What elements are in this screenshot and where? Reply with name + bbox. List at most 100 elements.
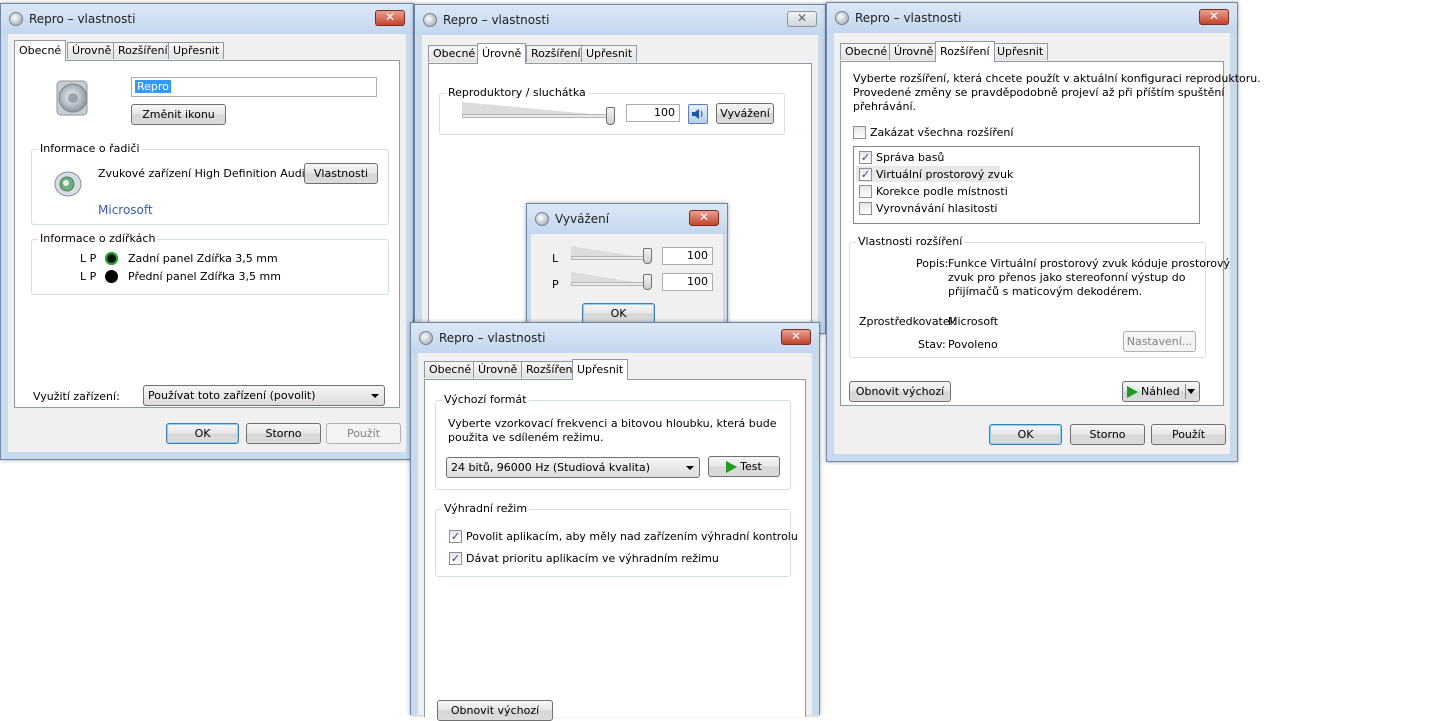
exclusive-mode-title: Výhradní režim (442, 502, 530, 515)
tab-advanced[interactable]: Upřesnit (572, 359, 629, 380)
volume-slider-track[interactable] (462, 114, 614, 118)
tab-enhancements[interactable]: Rozšíření (526, 45, 586, 62)
jack-front-label: Přední panel Zdířka 3,5 mm (128, 270, 281, 283)
right-slider-thumb[interactable] (643, 274, 652, 290)
disable-all-label[interactable]: Zakázat všechna rozšíření (870, 126, 1013, 139)
window-title: Repro – vlastnosti (443, 13, 550, 27)
tab-advanced[interactable]: Upřesnit (168, 42, 225, 59)
exclusive-priority-label[interactable]: Dávat prioritu aplikacím ve výhradním re… (466, 552, 719, 565)
tab-general[interactable]: Obecné (840, 43, 893, 60)
default-format-title: Výchozí formát (442, 393, 529, 406)
enhancements-intro-line-1: Vyberte rozšíření, která chcete použít v… (853, 72, 1261, 85)
volume-slider-thumb[interactable] (606, 107, 615, 125)
title-bar[interactable]: Repro – vlastnosti ✕ (827, 3, 1237, 33)
checkmark-icon: ✓ (450, 530, 461, 543)
enhancement-properties-group: Vlastnosti rozšíření Popis: Funkce Virtu… (849, 235, 1230, 358)
jack-rear-lp: L P (80, 252, 97, 265)
apply-button[interactable]: Použít (326, 423, 401, 444)
state-value: Povoleno (948, 338, 998, 351)
description-line-1: Funkce Virtuální prostorový zvuk kóduje … (948, 257, 1231, 270)
default-format-select[interactable]: 24 bitů, 96000 Hz (Studiová kvalita) (446, 457, 700, 478)
tab-advanced[interactable]: Upřesnit (992, 43, 1049, 60)
enhancement-label-loudness[interactable]: Vyrovnávání hlasitosti (876, 202, 997, 215)
default-format-value: 24 bitů, 96000 Hz (Studiová kvalita) (451, 461, 650, 474)
balance-ok-button[interactable]: OK (582, 303, 655, 324)
left-channel-value[interactable]: 100 (662, 247, 713, 265)
ok-button[interactable]: OK (989, 424, 1062, 445)
close-icon: ✕ (790, 329, 802, 343)
volume-value-box[interactable]: 100 (626, 104, 680, 122)
right-slider-track[interactable] (571, 282, 649, 286)
enhancement-checkbox-surround[interactable]: ✓ (859, 168, 872, 181)
restore-defaults-button[interactable]: Obnovit výchozí (437, 700, 553, 721)
restore-defaults-button[interactable]: Obnovit výchozí (849, 381, 951, 402)
change-icon-button[interactable]: Změnit ikonu (131, 104, 226, 125)
client-area: Obecné Úrovně Rozšíření Upřesnit Výchozí… (418, 353, 812, 721)
enhancement-checkbox-room[interactable] (859, 185, 872, 198)
default-format-group: Výchozí formát Vyberte vzorkovací frekve… (435, 393, 791, 490)
speaker-app-icon (835, 11, 849, 25)
audio-device-icon (52, 168, 84, 200)
state-label: Stav: (918, 338, 946, 351)
tab-levels[interactable]: Úrovně (67, 42, 117, 59)
enhancement-label-surround[interactable]: Virtuální prostorový zvuk (876, 168, 1013, 181)
enhancement-label-bass[interactable]: Správa basů (876, 151, 944, 164)
provider-label: Zprostředkovatel: (859, 315, 957, 328)
tab-levels[interactable]: Úrovně (477, 43, 527, 64)
right-channel-value[interactable]: 100 (662, 273, 713, 291)
tab-levels[interactable]: Úrovně (889, 43, 939, 60)
cancel-button[interactable]: Storno (1070, 424, 1145, 445)
enhancement-label-room[interactable]: Korekce podle místnosti (876, 185, 1008, 198)
tab-levels[interactable]: Úrovně (473, 361, 523, 378)
close-button[interactable]: ✕ (787, 11, 817, 27)
speakers-group-title: Reproduktory / sluchátka (446, 86, 588, 99)
test-label: Test (740, 460, 762, 473)
left-slider-track[interactable] (571, 256, 649, 260)
device-name-input[interactable]: Repro (131, 77, 377, 97)
exclusive-control-checkbox[interactable]: ✓ (449, 530, 462, 543)
format-description-line-2: použita ve sdíleném režimu. (448, 431, 604, 444)
tab-general[interactable]: Obecné (14, 40, 67, 61)
tab-general[interactable]: Obecné (424, 361, 477, 378)
jack-front-black-icon (105, 270, 118, 283)
speaker-mute-icon[interactable] (688, 104, 708, 124)
jack-front-lp: L P (80, 270, 97, 283)
enhancement-checkbox-bass[interactable]: ✓ (859, 151, 872, 164)
controller-properties-button[interactable]: Vlastnosti (304, 163, 378, 184)
balance-button[interactable]: Vyvážení (716, 103, 774, 124)
enhancement-settings-button[interactable]: Nastavení... (1123, 331, 1196, 352)
test-button[interactable]: Test (708, 456, 780, 477)
exclusive-control-label[interactable]: Povolit aplikacím, aby měly nad zařízení… (466, 530, 798, 543)
cancel-button[interactable]: Storno (246, 423, 321, 444)
device-usage-select[interactable]: Používat toto zařízení (povolit) (143, 385, 385, 406)
title-bar[interactable]: Vyvážení ✕ (527, 204, 727, 234)
manufacturer-link[interactable]: Microsoft (98, 203, 153, 217)
checkmark-icon: ✓ (860, 168, 871, 181)
client-area: L 100 P 100 OK (531, 234, 723, 326)
tab-enhancements[interactable]: Rozšíření (935, 41, 995, 62)
title-bar[interactable]: Repro – vlastnosti ✕ (415, 5, 825, 35)
ok-button[interactable]: OK (166, 423, 239, 444)
preview-button[interactable]: Náhled (1122, 381, 1200, 402)
exclusive-priority-checkbox[interactable]: ✓ (449, 552, 462, 565)
jack-info-title: Informace o zdířkách (38, 232, 158, 245)
close-button[interactable]: ✕ (781, 329, 811, 345)
speaker-app-icon (423, 13, 437, 27)
enhancement-checkbox-loudness[interactable] (859, 202, 872, 215)
close-button[interactable]: ✕ (1199, 9, 1229, 25)
left-slider-thumb[interactable] (643, 248, 652, 264)
title-bar[interactable]: Repro – vlastnosti ✕ (411, 323, 819, 353)
title-bar[interactable]: Repro – vlastnosti ✕ (1, 4, 413, 34)
device-usage-label: Využití zařízení: (33, 390, 120, 403)
apply-button[interactable]: Použít (1151, 424, 1226, 445)
tab-panel: Repro Změnit ikonu Informace o řadiči Zv… (14, 60, 400, 408)
close-button[interactable]: ✕ (689, 210, 719, 226)
tab-enhancements[interactable]: Rozšíření (113, 42, 173, 59)
tab-advanced[interactable]: Upřesnit (581, 45, 638, 62)
disable-all-checkbox[interactable] (853, 126, 866, 139)
tab-general[interactable]: Obecné (428, 45, 481, 62)
controller-name: Zvukové zařízení High Definition Audio (98, 167, 312, 180)
chevron-down-icon[interactable] (1187, 389, 1195, 394)
close-button[interactable]: ✕ (375, 10, 405, 26)
exclusive-mode-group: Výhradní režim ✓ Povolit aplikacím, aby … (435, 502, 798, 577)
